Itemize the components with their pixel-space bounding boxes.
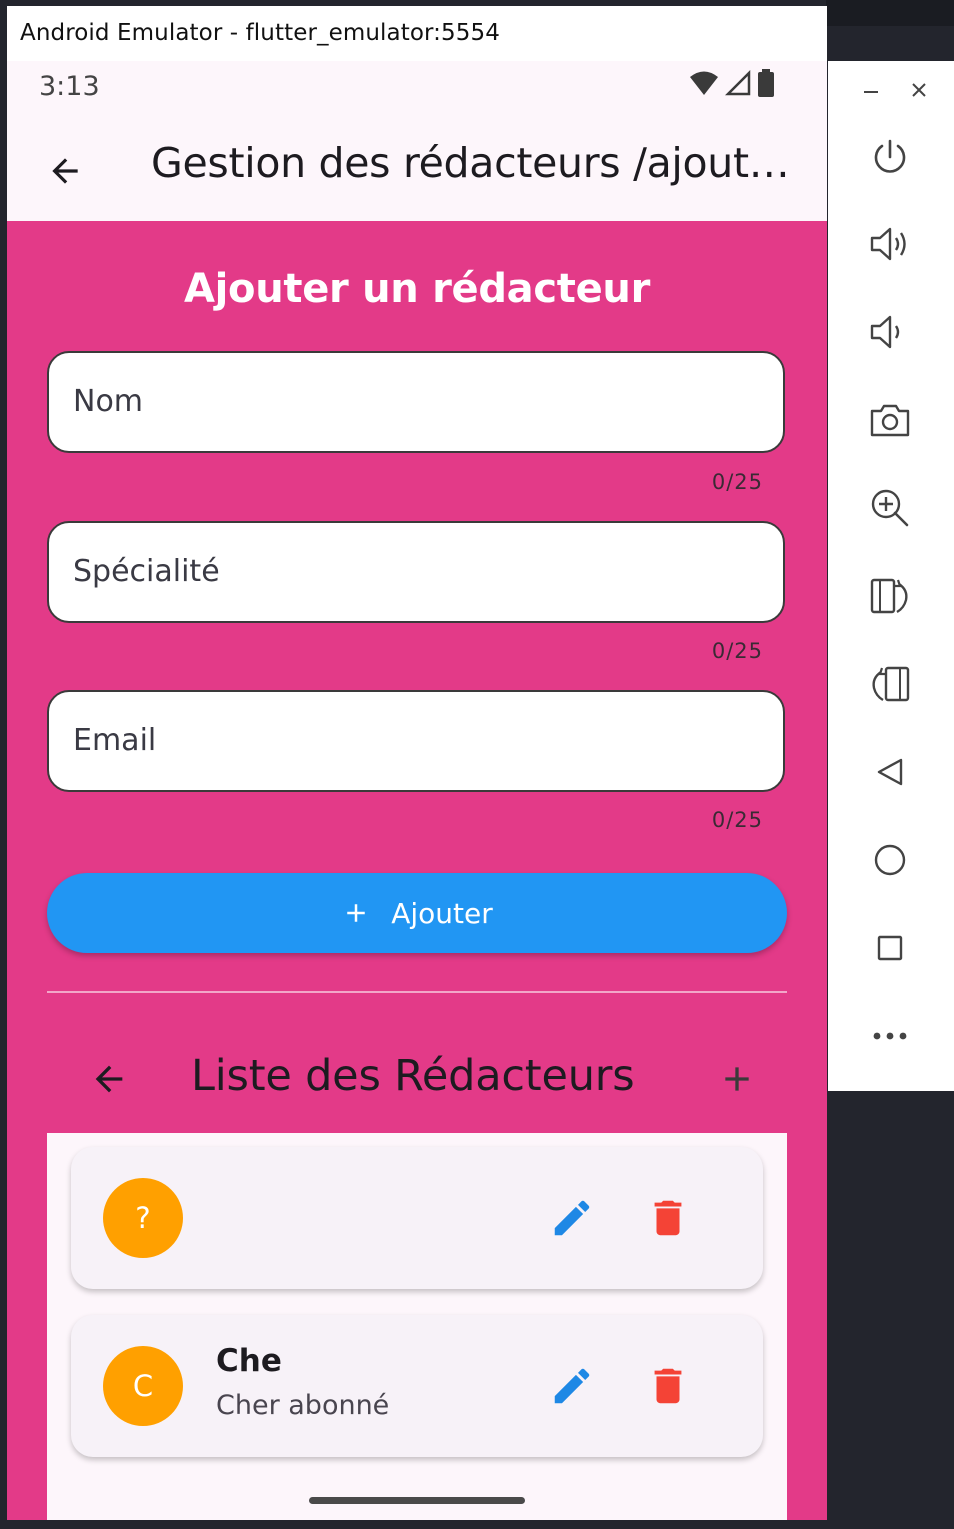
list-item[interactable]: C Che Cher abonné	[71, 1315, 763, 1457]
list-back-button[interactable]	[81, 1051, 137, 1107]
delete-icon[interactable]	[645, 1363, 691, 1409]
item-name: Che	[216, 1343, 282, 1379]
minimize-button[interactable]	[856, 75, 886, 105]
close-icon	[912, 83, 926, 97]
specialite-field[interactable]: Spécialité	[47, 521, 785, 623]
overview-nav-button[interactable]	[862, 920, 918, 976]
plus-icon	[347, 904, 365, 922]
status-time: 3:13	[39, 71, 100, 102]
rotate-left-icon	[872, 666, 910, 702]
close-button[interactable]	[904, 75, 934, 105]
power-button[interactable]	[862, 129, 918, 185]
nom-field[interactable]: Nom	[47, 351, 785, 453]
edit-icon[interactable]	[549, 1195, 595, 1241]
more-button[interactable]	[862, 1008, 918, 1064]
back-icon	[877, 758, 903, 786]
list-title: Liste des Rédacteurs	[191, 1051, 635, 1101]
add-button-label: Ajouter	[391, 896, 493, 930]
home-icon	[874, 844, 906, 876]
zoom-in-icon	[871, 489, 909, 527]
zoom-button[interactable]	[862, 480, 918, 536]
home-nav-button[interactable]	[862, 832, 918, 888]
form-title: Ajouter un rédacteur	[183, 266, 651, 312]
minimize-icon	[864, 91, 878, 93]
status-bar: 3:13	[7, 61, 827, 119]
back-button[interactable]	[37, 143, 93, 199]
list-header: Liste des Rédacteurs	[47, 1033, 787, 1123]
plus-icon	[725, 1067, 749, 1091]
edit-icon[interactable]	[549, 1363, 595, 1409]
rotate-left-button[interactable]	[862, 656, 918, 712]
battery-icon	[758, 69, 774, 97]
phone-screen: 3:13 Gestion des rédacteurs /ajouter... …	[7, 61, 827, 1520]
emulator-window: Android Emulator - flutter_emulator:5554…	[7, 6, 827, 1520]
specialite-counter: 0/25	[711, 639, 763, 663]
back-nav-button[interactable]	[862, 744, 918, 800]
app-bar: Gestion des rédacteurs /ajouter...	[7, 119, 827, 221]
emulator-titlebar: Android Emulator - flutter_emulator:5554	[7, 6, 827, 61]
arrow-back-icon	[52, 158, 78, 184]
divider	[47, 991, 787, 993]
email-field[interactable]: Email	[47, 690, 785, 792]
nom-counter: 0/25	[711, 470, 763, 494]
specialite-placeholder: Spécialité	[73, 554, 220, 589]
email-placeholder: Email	[73, 723, 157, 758]
add-button[interactable]: Ajouter	[47, 873, 787, 953]
wifi-icon	[690, 71, 718, 95]
arrow-back-icon	[95, 1065, 123, 1093]
email-counter: 0/25	[711, 808, 763, 832]
volume-down-button[interactable]	[862, 304, 918, 360]
volume-up-button[interactable]	[862, 216, 918, 272]
status-icons	[689, 69, 775, 97]
rotate-right-button[interactable]	[862, 568, 918, 624]
cell-signal-icon	[725, 70, 751, 96]
home-indicator[interactable]	[309, 1497, 525, 1504]
volume-down-icon	[870, 315, 900, 349]
rotate-right-icon	[870, 578, 908, 614]
item-subtitle: Cher abonné	[216, 1390, 390, 1421]
volume-up-icon	[870, 227, 906, 261]
camera-button[interactable]	[862, 392, 918, 448]
page-title: Gestion des rédacteurs /ajouter...	[151, 139, 791, 187]
list-add-button[interactable]	[709, 1051, 765, 1107]
avatar: ?	[103, 1178, 183, 1258]
emulator-toolbar	[828, 61, 954, 1091]
nom-placeholder: Nom	[73, 384, 144, 419]
power-icon	[874, 139, 906, 173]
more-icon	[873, 1032, 907, 1040]
delete-icon[interactable]	[645, 1195, 691, 1241]
overview-icon	[877, 935, 903, 961]
camera-icon	[870, 404, 910, 437]
avatar: C	[103, 1346, 183, 1426]
editor-list: ? C Che Cher abonné	[47, 1133, 787, 1520]
list-item[interactable]: ?	[71, 1147, 763, 1289]
window-title: Android Emulator - flutter_emulator:5554	[20, 20, 500, 46]
